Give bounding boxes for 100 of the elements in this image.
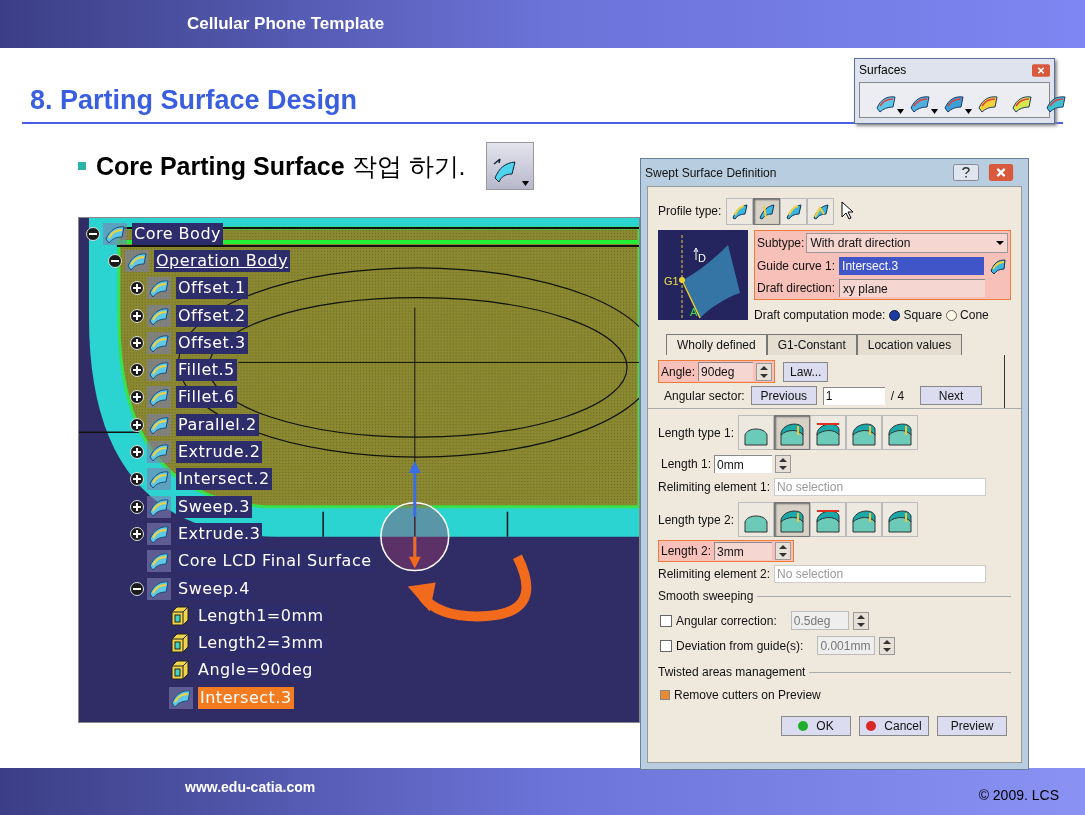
length-type-button[interactable]	[774, 502, 811, 537]
dialog-button[interactable]: Preview	[937, 716, 1007, 736]
surface-icon	[125, 249, 149, 272]
guide-curve-label: Guide curve 1:	[757, 258, 836, 275]
bullet-icon	[78, 162, 86, 170]
subtype-dropdown[interactable]: With draft direction	[806, 233, 1008, 253]
law-button[interactable]: Law...	[783, 361, 829, 382]
cube-icon	[169, 604, 191, 627]
tab[interactable]: Location values	[856, 334, 963, 355]
radio-label: Cone	[960, 307, 989, 324]
tree-item[interactable]: Core LCD Final Surface	[176, 550, 374, 573]
relimiting-field[interactable]: No selection	[774, 478, 987, 496]
header-title: Cellular Phone Template	[187, 13, 385, 36]
tree-item[interactable]: Sweep.3	[176, 495, 252, 518]
length-type-button[interactable]	[774, 415, 811, 450]
tree-item[interactable]: Fillet.5	[176, 359, 237, 382]
subtype-label: Subtype:	[757, 235, 805, 252]
close-icon[interactable]	[1032, 63, 1050, 77]
length-type-button[interactable]	[882, 415, 919, 450]
surface-icon	[147, 331, 171, 354]
length-type-button[interactable]	[882, 502, 919, 537]
sweep-tool-button[interactable]	[485, 142, 534, 190]
length-label: Length 1:	[661, 456, 712, 473]
copyright-text: © 2009. LCS	[978, 786, 1059, 805]
draft-mode-label: Draft computation mode:	[754, 307, 886, 324]
length-type-button[interactable]	[846, 415, 883, 450]
checkbox[interactable]	[660, 614, 672, 627]
profile-type-button[interactable]	[807, 197, 835, 225]
previous-button[interactable]: Previous	[750, 386, 817, 405]
dropdown-arrow-icon	[522, 181, 530, 186]
length-field[interactable]: 3mm	[714, 542, 773, 560]
profile-type-button[interactable]	[780, 197, 808, 225]
tree-item[interactable]: Extrude.2	[176, 441, 263, 463]
surface-icon	[147, 550, 171, 573]
dropdown-arrow-icon	[996, 241, 1004, 245]
surface-icon	[147, 441, 171, 463]
length-label: Length 2:	[661, 543, 712, 560]
radio-button[interactable]	[946, 309, 958, 321]
surface-icon	[147, 468, 171, 491]
spinner-arrows-icon[interactable]	[756, 362, 773, 381]
tab[interactable]: Wholly defined	[666, 334, 767, 355]
cube-icon	[169, 632, 191, 655]
tree-item[interactable]: Intersect.2	[176, 468, 272, 491]
spinner-arrows-icon[interactable]	[879, 636, 896, 655]
tree-item[interactable]: Core Body	[132, 222, 223, 245]
length-field[interactable]: 0mm	[714, 455, 773, 473]
spinner-arrows-icon[interactable]	[775, 542, 792, 560]
profile-type-button[interactable]	[726, 197, 754, 225]
profile-type-label: Profile type:	[658, 203, 722, 220]
length-type-button[interactable]	[738, 415, 775, 450]
tree-item[interactable]: Extrude.3	[176, 522, 263, 545]
spinner-arrows-icon[interactable]	[852, 611, 869, 630]
dropdown-arrow-icon	[965, 109, 972, 114]
tree-item[interactable]: Length2=3mm	[196, 632, 326, 655]
tree-item[interactable]: Parallel.2	[176, 413, 259, 436]
help-icon[interactable]	[953, 164, 979, 181]
surface-icon	[147, 495, 171, 518]
tree-item[interactable]: Sweep.4	[176, 577, 252, 600]
ok-icon	[798, 721, 809, 731]
tree-item[interactable]: Fillet.6	[176, 386, 237, 409]
length-type-label: Length type 1:	[658, 424, 735, 442]
diagram-label: G1	[664, 274, 679, 289]
surface-icon	[169, 686, 193, 709]
tree-item[interactable]: Offset.1	[176, 277, 248, 300]
surface-icon	[147, 359, 171, 382]
option-label: Angular correction:	[676, 612, 777, 630]
bullet-text: Core Parting Surface 작업 하기.	[96, 151, 466, 181]
tree-item[interactable]: Offset.2	[176, 304, 248, 327]
length-type-button[interactable]	[846, 502, 883, 537]
sector-field[interactable]: 1	[822, 386, 885, 405]
tree-item[interactable]: Angle=90deg	[196, 659, 315, 682]
relimiting-field[interactable]: No selection	[774, 565, 987, 583]
length-type-button[interactable]	[810, 415, 847, 450]
surface-icon	[147, 522, 171, 545]
surface-icon	[147, 386, 171, 409]
footer-url: www.edu-catia.com	[185, 778, 316, 797]
checkbox[interactable]	[660, 690, 670, 700]
length-type-button[interactable]	[738, 502, 775, 537]
checkbox[interactable]	[660, 639, 672, 652]
tab[interactable]: G1-Constant	[766, 334, 857, 355]
spinner-arrows-icon[interactable]	[775, 455, 792, 473]
draft-direction-field[interactable]: xy plane	[839, 279, 986, 297]
tree-item[interactable]: Operation Body	[154, 249, 291, 272]
length-type-button[interactable]	[810, 502, 847, 537]
curve-selection-icon[interactable]	[988, 256, 1008, 276]
profile-type-button[interactable]	[753, 197, 781, 225]
tree-item[interactable]: Length1=0mm	[196, 604, 326, 627]
dialog-button[interactable]: OK	[781, 716, 851, 736]
angle-field[interactable]: 90deg	[698, 362, 754, 381]
tree-item[interactable]: Offset.3	[176, 331, 248, 354]
next-button[interactable]: Next	[920, 386, 983, 405]
relimiting-label: Relimiting element 2:	[658, 566, 771, 583]
angle-label: Angle:	[661, 363, 696, 381]
dialog-button[interactable]: Cancel	[859, 716, 929, 736]
cube-icon	[169, 659, 191, 682]
angular-sector-label: Angular sector:	[664, 387, 745, 405]
diagram-label: A	[690, 305, 698, 320]
relimiting-label: Relimiting element 1:	[658, 479, 771, 496]
guide-curve-field[interactable]: Intersect.3	[839, 257, 984, 275]
radio-button[interactable]	[889, 309, 901, 321]
